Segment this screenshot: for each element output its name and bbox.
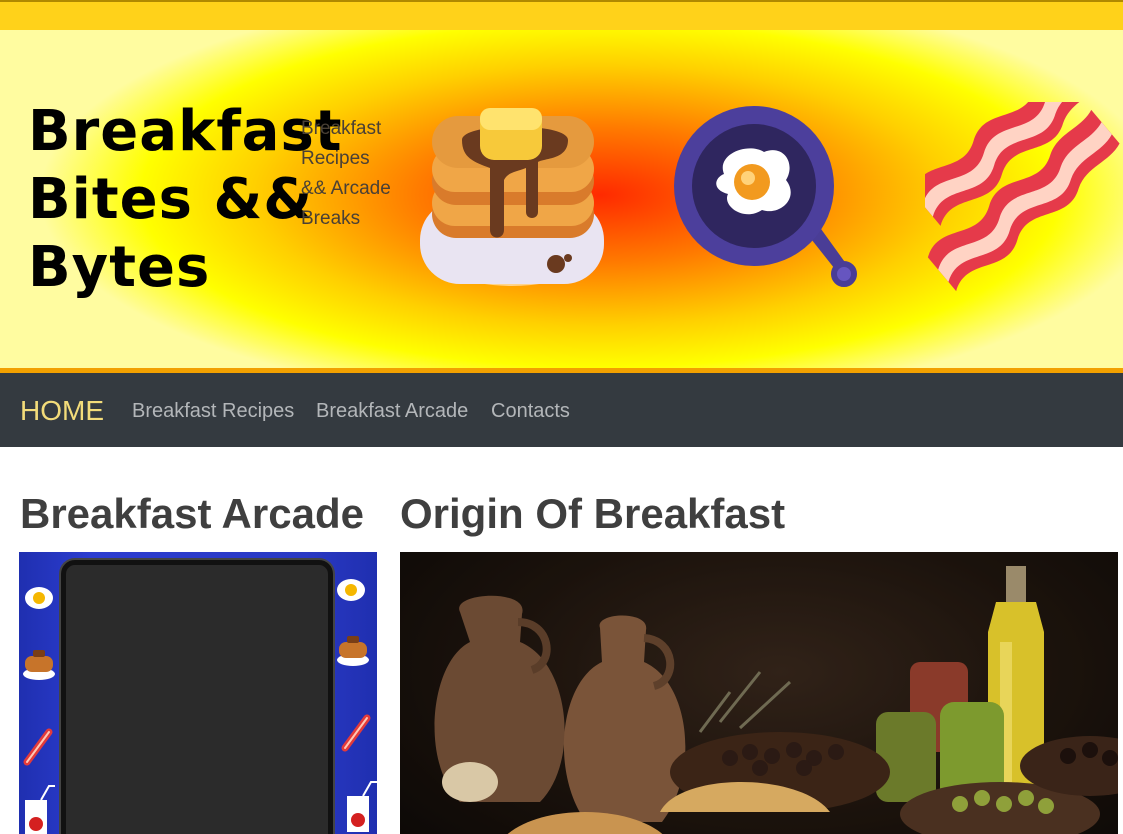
pancakes-icon (420, 108, 604, 286)
breakfast-arcade-heading: Breakfast Arcade (20, 490, 364, 537)
hero-banner: Breakfast Bites && Bytes Breakfast Recip… (0, 30, 1123, 368)
nav-breakfast-arcade[interactable]: Breakfast Arcade (316, 400, 468, 423)
nav-home[interactable]: HOME (20, 395, 104, 427)
site-title: Breakfast Bites && Bytes (28, 99, 343, 300)
bacon-icon (925, 102, 1120, 292)
nav-contacts[interactable]: Contacts (491, 400, 570, 423)
still-life-illustration (400, 552, 1118, 834)
arcade-game-frame[interactable] (19, 552, 377, 834)
site-tagline: Breakfast Recipes && Arcade Breaks (301, 118, 391, 229)
top-strip (0, 0, 1123, 30)
origin-of-breakfast-image (400, 552, 1118, 834)
origin-of-breakfast-heading: Origin Of Breakfast (400, 490, 786, 537)
frying-pan-egg-icon (674, 106, 857, 287)
arcade-screen[interactable] (61, 560, 333, 834)
nav-breakfast-recipes[interactable]: Breakfast Recipes (132, 400, 294, 423)
main-nav: HOME Breakfast Recipes Breakfast Arcade … (0, 368, 1123, 447)
